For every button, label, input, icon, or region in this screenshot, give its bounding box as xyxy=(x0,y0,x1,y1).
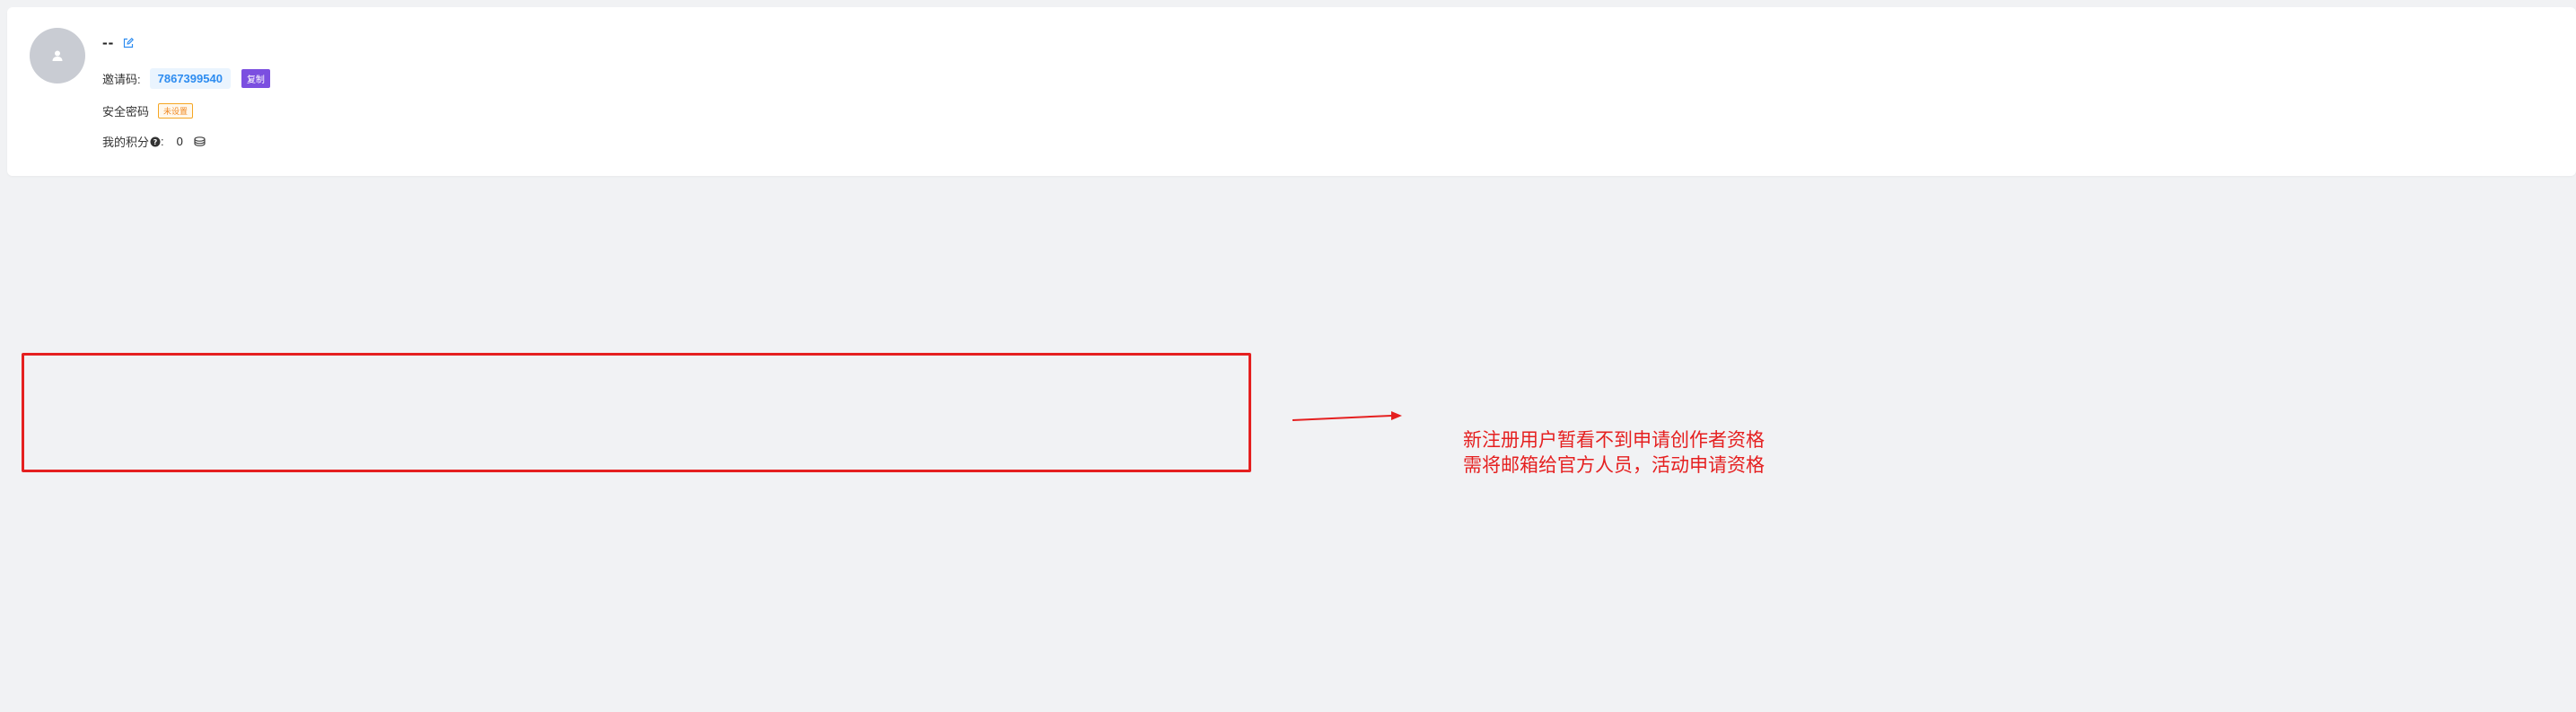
arrow-icon xyxy=(1292,411,1402,421)
points-label: 我的积分 xyxy=(102,136,150,149)
invite-label: 邀请码: xyxy=(102,73,141,86)
points-value: 0 xyxy=(176,135,183,148)
help-icon[interactable]: ? xyxy=(150,136,161,147)
password-status-badge[interactable]: 未设置 xyxy=(158,103,194,119)
password-row: 安全密码 未设置 xyxy=(102,102,194,119)
points-row: 我的积分 ? : 0 xyxy=(102,133,206,150)
copy-button[interactable]: 复制 xyxy=(241,69,270,88)
edit-icon[interactable] xyxy=(123,38,135,48)
highlight-box xyxy=(22,353,1251,472)
points-colon: : xyxy=(161,135,164,148)
svg-text:?: ? xyxy=(153,138,158,146)
profile-card: -- 邀请码: 7867399540 复制 安全密码 未设置 我的积分 ? : … xyxy=(7,7,2576,176)
user-icon xyxy=(52,50,63,61)
annotation-text: 新注册用户暂看不到申请创作者资格 需将邮箱给官方人员，活动申请资格 xyxy=(1463,427,1765,478)
annotation-line-2: 需将邮箱给官方人员，活动申请资格 xyxy=(1463,454,1765,476)
coin-icon[interactable] xyxy=(194,136,206,146)
avatar[interactable] xyxy=(30,28,85,84)
invite-code: 7867399540 xyxy=(149,68,231,89)
name-row: -- xyxy=(102,34,135,52)
password-label: 安全密码 xyxy=(102,105,150,119)
invite-row: 邀请码: 7867399540 复制 xyxy=(102,68,270,89)
annotation-line-1: 新注册用户暂看不到申请创作者资格 xyxy=(1463,429,1765,451)
username: -- xyxy=(102,34,115,51)
